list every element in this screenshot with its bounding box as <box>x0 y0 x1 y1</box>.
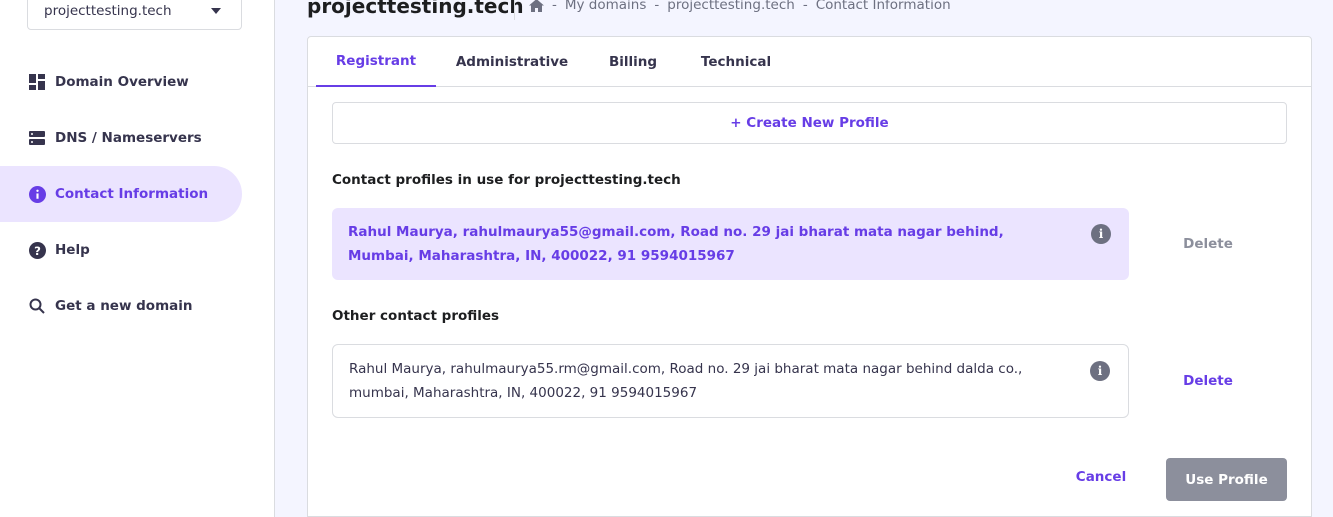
info-icon <box>28 185 46 203</box>
breadcrumb-current: Contact Information <box>815 0 951 13</box>
sidebar-item-label: DNS / Nameservers <box>55 130 202 146</box>
header-divider <box>514 0 515 20</box>
breadcrumb-separator: - <box>802 0 808 13</box>
other-profiles-label: Other contact profiles <box>332 308 500 324</box>
sidebar-item-label: Contact Information <box>55 186 209 202</box>
delete-in-use-profile-button[interactable]: Delete <box>1163 236 1253 252</box>
info-icon[interactable]: i <box>1091 224 1111 244</box>
page-title: projecttesting.tech <box>307 0 524 18</box>
tab-administrative[interactable]: Administrative <box>448 37 576 87</box>
sidebar-item-label: Domain Overview <box>55 74 189 90</box>
sidebar: projecttesting.tech Domain Overview DNS … <box>0 0 275 517</box>
sidebar-item-contact-information[interactable]: Contact Information <box>0 166 242 222</box>
sidebar-item-domain-overview[interactable]: Domain Overview <box>0 54 242 110</box>
tab-billing[interactable]: Billing <box>598 37 668 87</box>
in-use-profile: Rahul Maurya, rahulmaurya55@gmail.com, R… <box>332 208 1129 280</box>
sidebar-item-label: Get a new domain <box>55 298 193 314</box>
tab-bar: Registrant Administrative Billing Techni… <box>308 37 1311 87</box>
cancel-button[interactable]: Cancel <box>1068 469 1134 489</box>
breadcrumb-my-domains[interactable]: My domains <box>565 0 647 13</box>
create-new-profile-button[interactable]: + Create New Profile <box>332 102 1287 144</box>
domain-select-value: projecttesting.tech <box>44 3 172 19</box>
breadcrumb-domain[interactable]: projecttesting.tech <box>667 0 795 13</box>
server-icon <box>28 129 46 147</box>
in-use-section-label: Contact profiles in use for projecttesti… <box>332 172 681 188</box>
other-profile[interactable]: Rahul Maurya, rahulmaurya55.rm@gmail.com… <box>332 344 1129 418</box>
contact-card: Registrant Administrative Billing Techni… <box>307 36 1312 517</box>
search-icon <box>28 297 46 315</box>
domain-select[interactable]: projecttesting.tech <box>27 0 242 30</box>
other-profile-text: Rahul Maurya, rahulmaurya55.rm@gmail.com… <box>349 361 1023 401</box>
delete-other-profile-button[interactable]: Delete <box>1163 373 1253 389</box>
breadcrumb: - My domains - projecttesting.tech - Con… <box>529 0 951 13</box>
tab-technical[interactable]: Technical <box>690 37 782 87</box>
sidebar-item-help[interactable]: ? Help <box>0 222 242 278</box>
chevron-down-icon <box>211 8 221 14</box>
dashboard-icon <box>28 73 46 91</box>
help-icon: ? <box>28 241 46 259</box>
sidebar-item-get-new-domain[interactable]: Get a new domain <box>0 278 242 334</box>
svg-text:?: ? <box>34 243 41 257</box>
use-profile-button[interactable]: Use Profile <box>1166 458 1287 501</box>
home-icon[interactable] <box>529 0 544 12</box>
sidebar-item-label: Help <box>55 242 90 258</box>
info-icon[interactable]: i <box>1090 361 1110 381</box>
breadcrumb-separator: - <box>552 0 557 13</box>
tab-registrant[interactable]: Registrant <box>316 37 436 87</box>
sidebar-item-dns[interactable]: DNS / Nameservers <box>0 110 242 166</box>
in-use-profile-text: Rahul Maurya, rahulmaurya55@gmail.com, R… <box>348 224 1004 264</box>
breadcrumb-separator: - <box>654 0 660 13</box>
